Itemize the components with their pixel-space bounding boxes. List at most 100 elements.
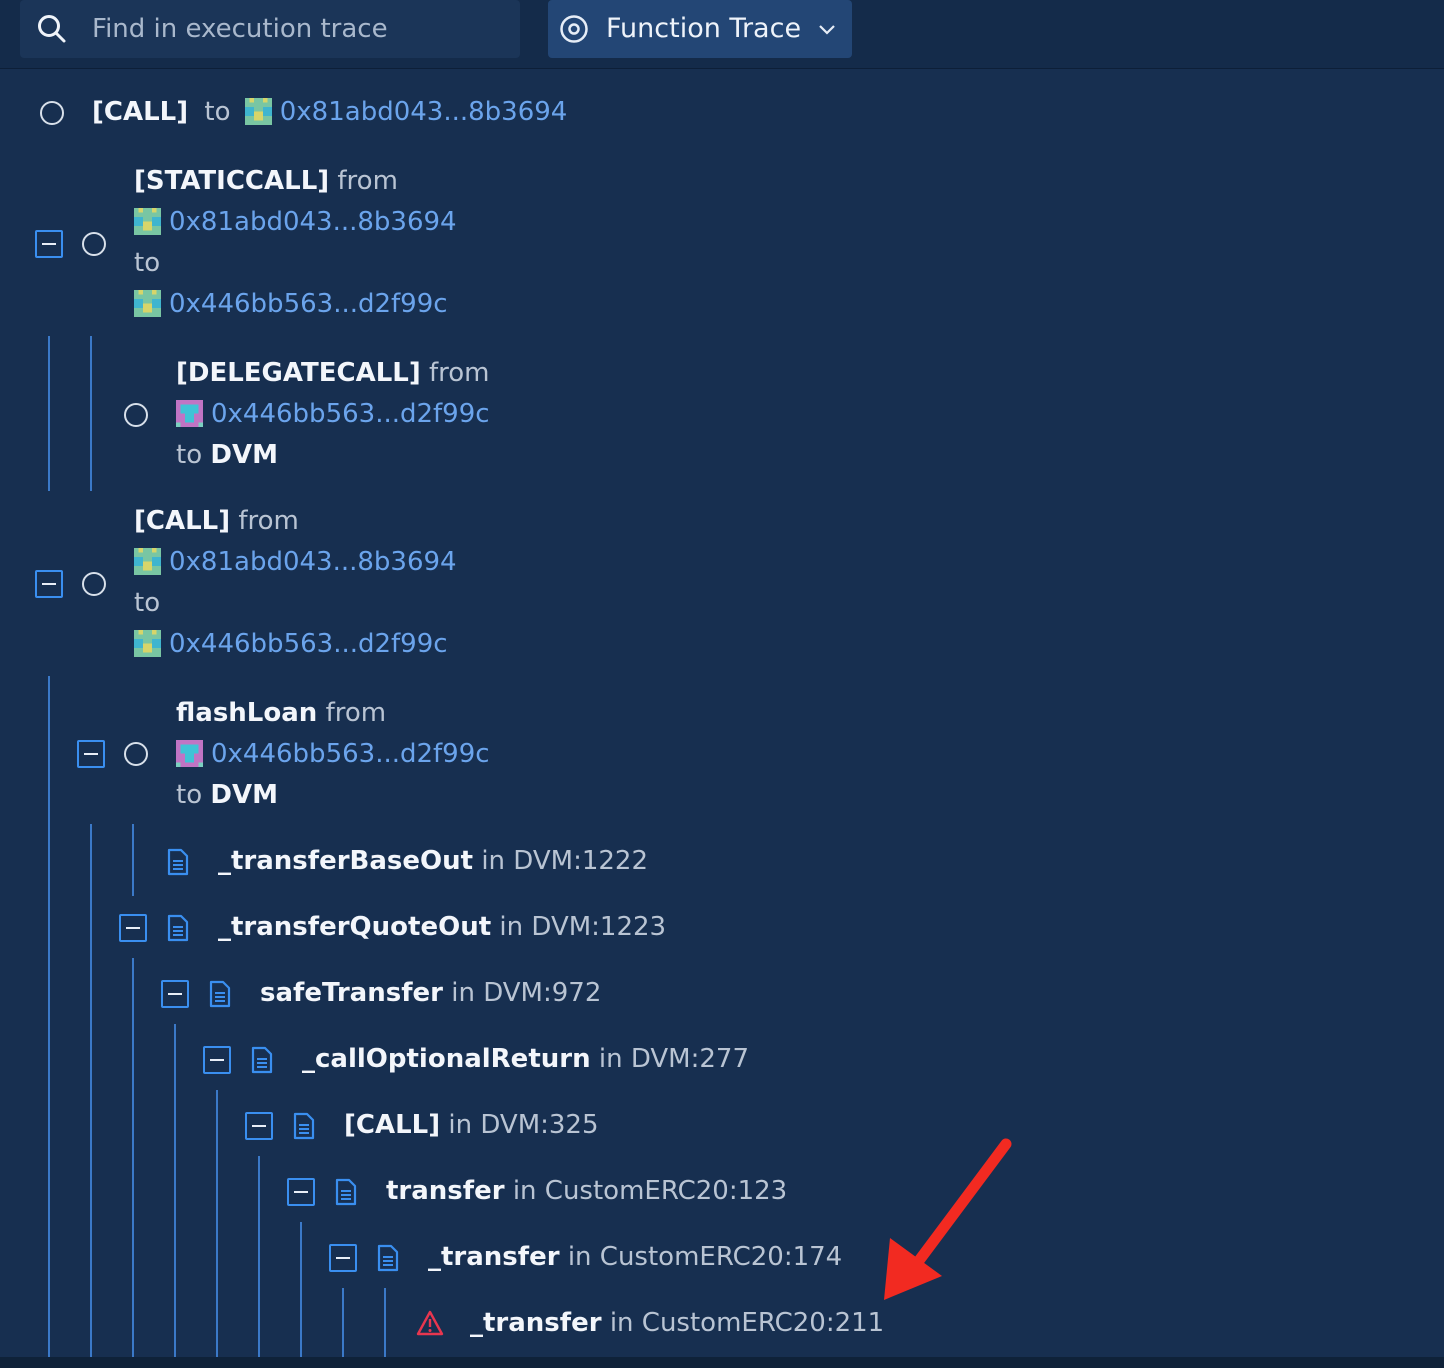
to-label: to xyxy=(176,780,203,810)
source-location-link[interactable]: DVM:972 xyxy=(483,978,601,1008)
trace-node-call: [DELEGATECALL] from xyxy=(176,353,490,394)
in-label: in xyxy=(598,1044,623,1074)
to-address-link[interactable]: 0x446bb563...d2f99c xyxy=(169,629,448,659)
in-label: in xyxy=(567,1242,592,1272)
trace-node-to: to DVM xyxy=(176,775,278,816)
function-name: _transferBaseOut xyxy=(218,846,474,876)
document-icon xyxy=(335,1178,357,1206)
in-label: in xyxy=(448,1110,473,1140)
trace-node-label: _transfer in CustomERC20:211 xyxy=(470,1303,884,1344)
collapse-toggle[interactable] xyxy=(119,914,147,942)
trace-node-from: 0x446bb563...d2f99c xyxy=(176,394,490,435)
from-address-link[interactable]: 0x81abd043...8b3694 xyxy=(169,207,457,237)
from-address-link[interactable]: 0x446bb563...d2f99c xyxy=(211,399,490,429)
trace-node-label: _transferQuoteOut in DVM:1223 xyxy=(218,907,666,948)
source-location-link[interactable]: DVM:1222 xyxy=(513,846,648,876)
trace-node-to: to DVM xyxy=(176,435,278,476)
document-icon xyxy=(167,914,189,942)
document-icon xyxy=(167,848,189,876)
tree-guide-line xyxy=(258,1156,260,1358)
to-address-link[interactable]: 0x81abd043...8b3694 xyxy=(280,97,568,127)
bottom-border xyxy=(0,1357,1444,1368)
search-input[interactable] xyxy=(92,0,512,58)
address-avatar-icon xyxy=(134,208,161,235)
trace-node-label: transfer in CustomERC20:123 xyxy=(386,1171,787,1212)
source-location-link[interactable]: DVM:1223 xyxy=(531,912,666,942)
function-name: _transferQuoteOut xyxy=(218,912,492,942)
trace-node-label: _callOptionalReturn in DVM:277 xyxy=(302,1039,749,1080)
from-label: from xyxy=(325,698,387,728)
collapse-toggle[interactable] xyxy=(161,980,189,1008)
trace-viewer: Function Trace [CALL] to 0x81abd043...8b… xyxy=(0,0,1444,1368)
from-address-link[interactable]: 0x81abd043...8b3694 xyxy=(169,547,457,577)
in-label: in xyxy=(609,1308,634,1338)
chevron-down-icon xyxy=(819,25,835,35)
document-icon xyxy=(251,1046,273,1074)
from-label: from xyxy=(428,358,490,388)
function-name: _transfer xyxy=(428,1242,560,1272)
in-label: in xyxy=(499,912,524,942)
from-label: from xyxy=(238,506,299,536)
in-label: in xyxy=(512,1176,537,1206)
tree-guide-line xyxy=(90,824,92,1358)
to-label: to xyxy=(134,248,161,278)
collapse-toggle[interactable] xyxy=(245,1112,273,1140)
tree-guide-line xyxy=(216,1090,218,1358)
address-avatar-icon xyxy=(244,98,272,125)
source-location-link[interactable]: DVM:277 xyxy=(631,1044,749,1074)
trace-node-label: safeTransfer in DVM:972 xyxy=(260,973,601,1014)
call-type: [STATICCALL] xyxy=(134,166,330,196)
source-location-link[interactable]: DVM:325 xyxy=(480,1110,598,1140)
node-select-circle[interactable] xyxy=(124,742,148,766)
address-avatar-icon xyxy=(176,400,203,427)
target-icon xyxy=(560,15,588,43)
collapse-toggle[interactable] xyxy=(35,230,63,258)
tree-guide-line xyxy=(48,676,50,1358)
call-type: [CALL] xyxy=(92,97,189,127)
function-name: flashLoan xyxy=(176,698,318,728)
to-contract: DVM xyxy=(210,780,278,810)
trace-node-to-label: to xyxy=(134,583,160,624)
collapse-toggle[interactable] xyxy=(287,1178,315,1206)
function-name: safeTransfer xyxy=(260,978,443,1008)
search-icon xyxy=(38,15,66,43)
tree-guide-line xyxy=(174,1024,176,1358)
trace-node-label: [CALL] to 0x81abd043...8b3694 xyxy=(92,92,567,133)
tree-guide-line xyxy=(132,824,134,896)
in-label: in xyxy=(451,978,475,1008)
search-box[interactable] xyxy=(20,0,520,58)
source-location-link[interactable]: CustomERC20:174 xyxy=(600,1242,842,1272)
trace-node-to: 0x446bb563...d2f99c xyxy=(134,284,448,325)
call-type: [CALL] xyxy=(134,506,231,536)
collapse-toggle[interactable] xyxy=(203,1046,231,1074)
tree-guide-line xyxy=(384,1288,386,1358)
trace-node-to: 0x446bb563...d2f99c xyxy=(134,624,448,665)
address-avatar-icon xyxy=(134,548,161,575)
source-location-link[interactable]: CustomERC20:211 xyxy=(642,1308,884,1338)
node-select-circle[interactable] xyxy=(82,232,106,256)
node-select-circle[interactable] xyxy=(82,572,106,596)
source-location-link[interactable]: CustomERC20:123 xyxy=(545,1176,787,1206)
collapse-toggle[interactable] xyxy=(329,1244,357,1272)
address-avatar-icon xyxy=(176,740,203,767)
document-icon xyxy=(377,1244,399,1272)
from-label: from xyxy=(337,166,398,196)
trace-node-call: flashLoan from xyxy=(176,693,386,734)
trace-node-label: [CALL] in DVM:325 xyxy=(344,1105,599,1146)
trace-node-label: _transfer in CustomERC20:174 xyxy=(428,1237,842,1278)
to-label: to xyxy=(134,588,161,618)
to-address-link[interactable]: 0x446bb563...d2f99c xyxy=(169,289,448,319)
tree-guide-line xyxy=(300,1222,302,1358)
collapse-toggle[interactable] xyxy=(77,740,105,768)
call-type: [DELEGATECALL] xyxy=(176,358,421,388)
function-name: [CALL] xyxy=(344,1110,441,1140)
from-address-link[interactable]: 0x446bb563...d2f99c xyxy=(211,739,490,769)
node-select-circle[interactable] xyxy=(40,101,64,125)
node-select-circle[interactable] xyxy=(124,403,148,427)
trace-mode-select[interactable]: Function Trace xyxy=(548,0,852,58)
collapse-toggle[interactable] xyxy=(35,570,63,598)
tree-guide-line xyxy=(90,336,92,491)
document-icon xyxy=(293,1112,315,1140)
tree-guide-line xyxy=(48,336,50,491)
tree-guide-line xyxy=(132,958,134,1358)
